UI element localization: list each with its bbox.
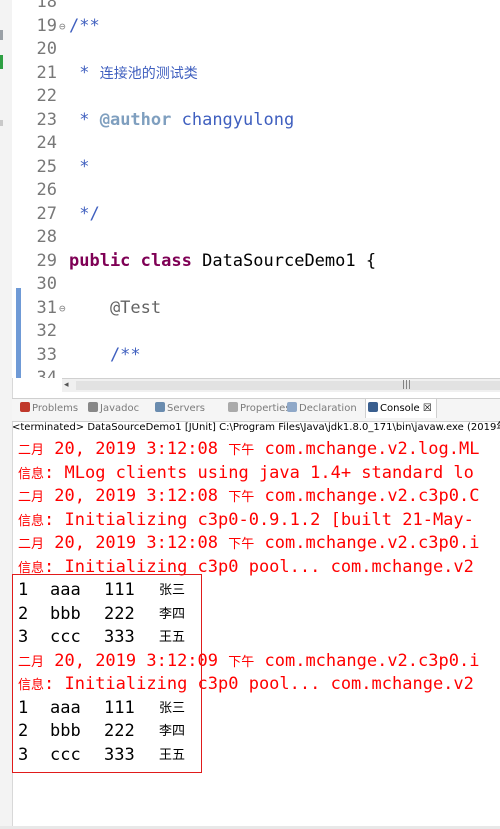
line-number: 34 xyxy=(36,368,57,378)
tab-properties[interactable]: Properties xyxy=(228,402,291,414)
code-line[interactable]: 27 */ xyxy=(12,203,500,226)
line-number: 20 xyxy=(36,39,57,59)
tab-servers[interactable]: Servers xyxy=(155,402,205,414)
code-line[interactable]: 25 * xyxy=(12,156,500,179)
code-text: /** xyxy=(69,344,141,365)
code-text: * 连接池的测试类 xyxy=(69,62,198,83)
tab-label: Declaration xyxy=(299,403,357,414)
code-line[interactable]: 19 ⊖/** xyxy=(12,15,500,38)
console-log-line: 二月 20, 2019 3:12:08 下午 com.mchange.v2.lo… xyxy=(18,439,480,459)
outer-gutter-marker xyxy=(0,120,3,126)
output-highlight-box xyxy=(12,574,202,773)
scroll-left-arrow-icon[interactable]: ◂ xyxy=(64,379,69,392)
fold-toggle-icon[interactable]: ⊖ xyxy=(59,297,66,320)
code-line[interactable]: 23 * @author changyulong xyxy=(12,109,500,132)
code-line[interactable]: 26 xyxy=(12,179,500,202)
code-text: /** xyxy=(69,15,100,36)
outer-gutter-marker xyxy=(0,55,3,69)
tab-javadoc[interactable]: Javadoc xyxy=(88,402,139,414)
console-log-line: 二月 20, 2019 3:12:08 下午 com.mchange.v2.c3… xyxy=(18,533,480,553)
code-line[interactable]: 22 xyxy=(12,85,500,108)
tab-problems[interactable]: Problems xyxy=(20,402,78,414)
outer-gutter-marker xyxy=(0,30,3,40)
line-number: 23 xyxy=(36,109,57,130)
code-text: * @author changyulong xyxy=(69,109,295,130)
line-number: 24 xyxy=(36,133,57,153)
code-text: public class DataSourceDemo1 { xyxy=(69,250,377,271)
close-icon[interactable]: ☒ xyxy=(420,403,432,414)
tab-label: Problems xyxy=(32,403,79,414)
tab-declaration[interactable]: Declaration xyxy=(287,402,357,414)
line-number: 19 xyxy=(36,15,57,36)
declaration-icon xyxy=(287,402,297,412)
view-tab-bar: Problems Javadoc Servers Properties Declarat… xyxy=(12,398,500,422)
line-number: 27 xyxy=(36,203,57,224)
tab-label: Servers xyxy=(167,403,206,414)
servers-icon xyxy=(155,402,165,412)
line-number: 26 xyxy=(36,180,57,200)
tab-label: Console xyxy=(380,403,420,414)
code-line[interactable]: 21 * 连接池的测试类 xyxy=(12,62,500,85)
code-line[interactable]: 30 xyxy=(12,273,500,296)
fold-toggle-icon[interactable]: ⊖ xyxy=(59,15,66,38)
scrollbar-thumb[interactable] xyxy=(76,381,500,390)
code-line[interactable]: 28 xyxy=(12,226,500,249)
code-editor[interactable]: 18 19 ⊖/** 20 21 * 连接池的测试类 22 23 * @author cha… xyxy=(12,0,500,378)
line-number: 30 xyxy=(36,274,57,294)
code-text: * xyxy=(69,156,90,177)
code-text: @Test xyxy=(69,297,162,318)
code-line[interactable]: 34 xyxy=(12,367,500,378)
console-status-header: <terminated> DataSourceDemo1 [JUnit] C:\… xyxy=(12,422,500,433)
code-line[interactable]: 20 xyxy=(12,38,500,61)
code-text: */ xyxy=(69,203,100,224)
line-number: 21 xyxy=(36,62,57,83)
code-line[interactable]: 33 /** xyxy=(12,344,500,367)
line-number: 29 xyxy=(36,250,57,271)
tab-label: Javadoc xyxy=(100,403,140,414)
line-number: 25 xyxy=(36,156,57,177)
code-line[interactable]: 32 xyxy=(12,320,500,343)
line-number: 32 xyxy=(36,321,57,341)
line-number: 22 xyxy=(36,86,57,106)
tab-label: Properties xyxy=(240,403,291,414)
editor-horizontal-scrollbar[interactable]: ◂ ||| xyxy=(62,378,500,392)
code-line[interactable]: 29 public class DataSourceDemo1 { xyxy=(12,250,500,273)
problems-icon xyxy=(20,402,30,412)
line-number: 28 xyxy=(36,227,57,247)
console-icon xyxy=(368,402,378,412)
line-number: 31 xyxy=(36,297,57,318)
javadoc-icon xyxy=(88,402,98,412)
console-log-line: 二月 20, 2019 3:12:08 下午 com.mchange.v2.c3… xyxy=(18,486,480,506)
properties-icon xyxy=(228,402,238,412)
line-number: 33 xyxy=(36,344,57,365)
tab-console[interactable]: Console ☒ xyxy=(365,399,437,418)
code-line[interactable]: 18 xyxy=(12,0,500,14)
console-log-line: 信息: MLog clients using java 1.4+ standar… xyxy=(18,462,474,483)
line-number: 18 xyxy=(36,0,57,12)
code-line[interactable]: 31 ⊖ @Test xyxy=(12,297,500,320)
console-log-line: 信息: Initializing c3p0-0.9.1.2 [built 21-… xyxy=(18,509,474,530)
scrollbar-grip-icon: ||| xyxy=(402,380,412,390)
code-line[interactable]: 24 xyxy=(12,132,500,155)
